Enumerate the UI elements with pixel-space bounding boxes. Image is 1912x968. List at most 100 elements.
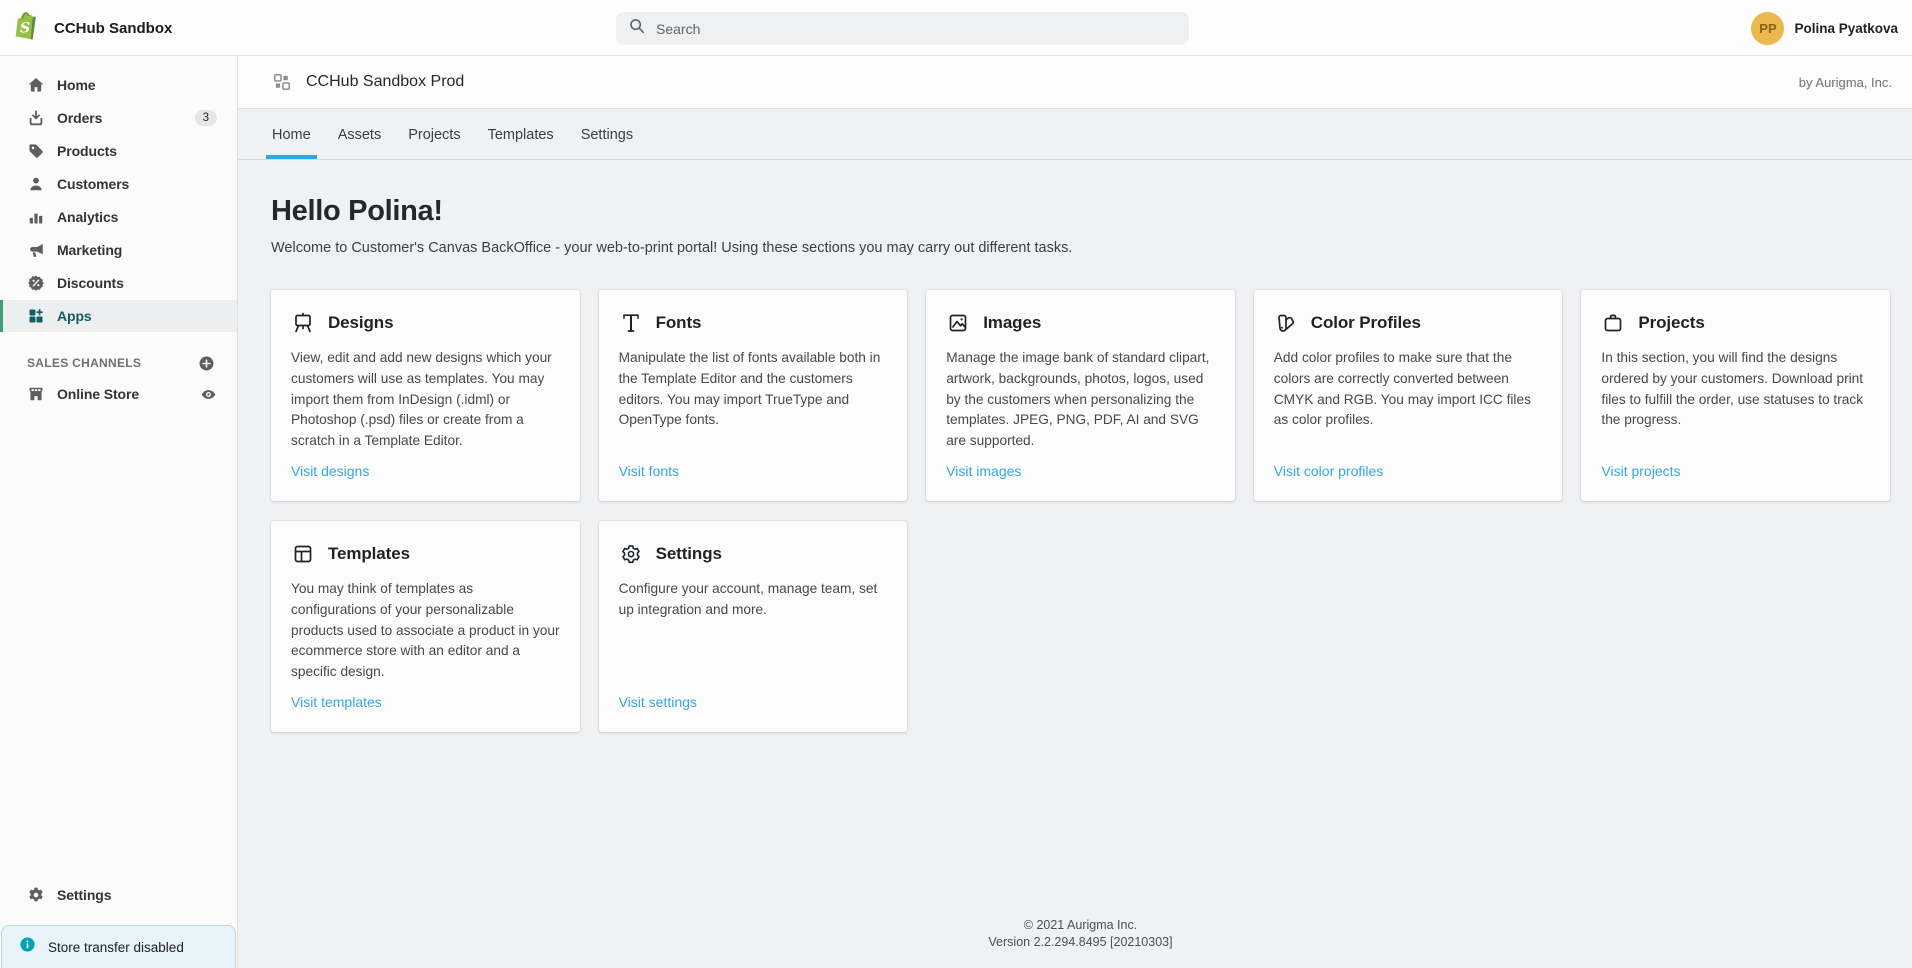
main-content: Hello Polina! Welcome to Customer's Canv… bbox=[238, 160, 1912, 968]
font-icon bbox=[619, 311, 643, 335]
sidebar-item-label: Apps bbox=[57, 308, 92, 324]
card-description: View, edit and add new designs which you… bbox=[291, 348, 560, 452]
visit-color-profiles-link[interactable]: Visit color profiles bbox=[1274, 463, 1543, 479]
briefcase-icon bbox=[1601, 311, 1625, 335]
tab-templates[interactable]: Templates bbox=[488, 110, 554, 159]
bar-chart-icon bbox=[27, 208, 45, 226]
card-title: Projects bbox=[1638, 313, 1704, 333]
sidebar-item-label: Products bbox=[57, 143, 117, 159]
sidebar-item-label: Analytics bbox=[57, 209, 118, 225]
sidebar-item-analytics[interactable]: Analytics bbox=[0, 201, 237, 233]
page-intro: Welcome to Customer's Canvas BackOffice … bbox=[271, 240, 1890, 256]
app-tabs: Home Assets Projects Templates Settings bbox=[238, 110, 1912, 160]
tag-icon bbox=[27, 142, 45, 160]
storefront-icon bbox=[27, 385, 45, 403]
copyright-text: © 2021 Aurigma Inc. bbox=[271, 917, 1890, 934]
info-icon bbox=[19, 936, 36, 958]
user-menu[interactable]: PP Polina Pyatkova bbox=[1751, 0, 1898, 56]
store-brand[interactable]: S CCHub Sandbox bbox=[13, 0, 172, 56]
card-title: Designs bbox=[328, 313, 393, 333]
app-title: CCHub Sandbox Prod bbox=[306, 73, 464, 91]
search-input[interactable] bbox=[656, 21, 1177, 37]
card-title: Images bbox=[983, 313, 1041, 333]
svg-text:S: S bbox=[20, 20, 30, 36]
card-description: Manipulate the list of fonts available b… bbox=[619, 348, 888, 431]
top-bar: S CCHub Sandbox PP Polina Pyatkova bbox=[0, 0, 1912, 56]
app-header: CCHub Sandbox Prod by Aurigma, Inc. bbox=[238, 56, 1912, 109]
card-settings: Settings Configure your account, manage … bbox=[599, 521, 908, 732]
person-icon bbox=[27, 175, 45, 193]
sidebar-item-customers[interactable]: Customers bbox=[0, 168, 237, 200]
megaphone-icon bbox=[27, 241, 45, 259]
tab-settings[interactable]: Settings bbox=[581, 110, 633, 159]
card-templates: Templates You may think of templates as … bbox=[271, 521, 580, 732]
sidebar: Home Orders 3 Products Customers bbox=[0, 56, 238, 968]
card-images: Images Manage the image bank of standard… bbox=[926, 290, 1235, 501]
card-description: You may think of templates as configurat… bbox=[291, 579, 560, 683]
visit-settings-link[interactable]: Visit settings bbox=[619, 694, 888, 710]
tab-home[interactable]: Home bbox=[272, 110, 311, 159]
sidebar-item-marketing[interactable]: Marketing bbox=[0, 234, 237, 266]
card-title: Templates bbox=[328, 544, 410, 564]
sidebar-nav: Home Orders 3 Products Customers bbox=[0, 56, 237, 333]
card-description: Manage the image bank of standard clipar… bbox=[946, 348, 1215, 452]
sidebar-item-label: Customers bbox=[57, 176, 129, 192]
app-byline: by Aurigma, Inc. bbox=[1799, 75, 1892, 90]
card-color-profiles: Color Profiles Add color profiles to mak… bbox=[1254, 290, 1563, 501]
sidebar-item-label: Discounts bbox=[57, 275, 124, 291]
card-description: Configure your account, manage team, set… bbox=[619, 579, 888, 621]
section-cards: Designs View, edit and add new designs w… bbox=[271, 290, 1890, 732]
shopify-logo-icon: S bbox=[13, 11, 40, 46]
sales-channels-heading: SALES CHANNELS bbox=[27, 356, 141, 370]
eye-icon[interactable] bbox=[200, 386, 217, 403]
store-transfer-banner[interactable]: Store transfer disabled bbox=[1, 925, 236, 968]
tab-assets[interactable]: Assets bbox=[338, 110, 382, 159]
card-designs: Designs View, edit and add new designs w… bbox=[271, 290, 580, 501]
sidebar-item-products[interactable]: Products bbox=[0, 135, 237, 167]
color-swatch-icon bbox=[1274, 311, 1298, 335]
sidebar-item-apps[interactable]: Apps bbox=[0, 300, 237, 332]
store-transfer-label: Store transfer disabled bbox=[48, 940, 184, 955]
avatar: PP bbox=[1751, 12, 1784, 45]
tab-projects[interactable]: Projects bbox=[408, 110, 460, 159]
visit-projects-link[interactable]: Visit projects bbox=[1601, 463, 1870, 479]
sidebar-item-online-store[interactable]: Online Store bbox=[0, 378, 237, 410]
card-projects: Projects In this section, you will find … bbox=[1581, 290, 1890, 501]
sidebar-item-orders[interactable]: Orders 3 bbox=[0, 102, 237, 134]
user-name: Polina Pyatkova bbox=[1794, 21, 1898, 36]
store-name: CCHub Sandbox bbox=[54, 20, 172, 37]
add-channel-button[interactable] bbox=[198, 355, 215, 372]
card-title: Settings bbox=[656, 544, 722, 564]
card-title: Color Profiles bbox=[1311, 313, 1421, 333]
card-fonts: Fonts Manipulate the list of fonts avail… bbox=[599, 290, 908, 501]
sidebar-item-settings[interactable]: Settings bbox=[0, 879, 237, 911]
layout-icon bbox=[291, 542, 315, 566]
apps-grid-icon bbox=[27, 307, 45, 325]
app-icon bbox=[272, 72, 292, 92]
discount-icon bbox=[27, 274, 45, 292]
global-search[interactable] bbox=[616, 12, 1189, 45]
visit-images-link[interactable]: Visit images bbox=[946, 463, 1215, 479]
gear-icon bbox=[619, 542, 643, 566]
sidebar-item-label: Settings bbox=[57, 887, 111, 903]
orders-count-badge: 3 bbox=[195, 110, 217, 126]
home-icon bbox=[27, 76, 45, 94]
card-description: In this section, you will find the desig… bbox=[1601, 348, 1870, 431]
sidebar-item-label: Home bbox=[57, 77, 96, 93]
sales-channels-section: SALES CHANNELS bbox=[0, 349, 237, 377]
app-footer: © 2021 Aurigma Inc. Version 2.2.294.8495… bbox=[271, 903, 1890, 968]
sidebar-item-label: Marketing bbox=[57, 242, 122, 258]
version-text: Version 2.2.294.8495 [20210303] bbox=[271, 934, 1890, 951]
sidebar-spacer bbox=[0, 411, 237, 878]
orders-icon bbox=[27, 109, 45, 127]
page-title: Hello Polina! bbox=[271, 195, 1890, 228]
sidebar-item-label: Online Store bbox=[57, 386, 139, 402]
sidebar-item-home[interactable]: Home bbox=[0, 69, 237, 101]
visit-designs-link[interactable]: Visit designs bbox=[291, 463, 560, 479]
visit-fonts-link[interactable]: Visit fonts bbox=[619, 463, 888, 479]
card-description: Add color profiles to make sure that the… bbox=[1274, 348, 1543, 431]
card-title: Fonts bbox=[656, 313, 702, 333]
easel-icon bbox=[291, 311, 315, 335]
visit-templates-link[interactable]: Visit templates bbox=[291, 694, 560, 710]
sidebar-item-discounts[interactable]: Discounts bbox=[0, 267, 237, 299]
